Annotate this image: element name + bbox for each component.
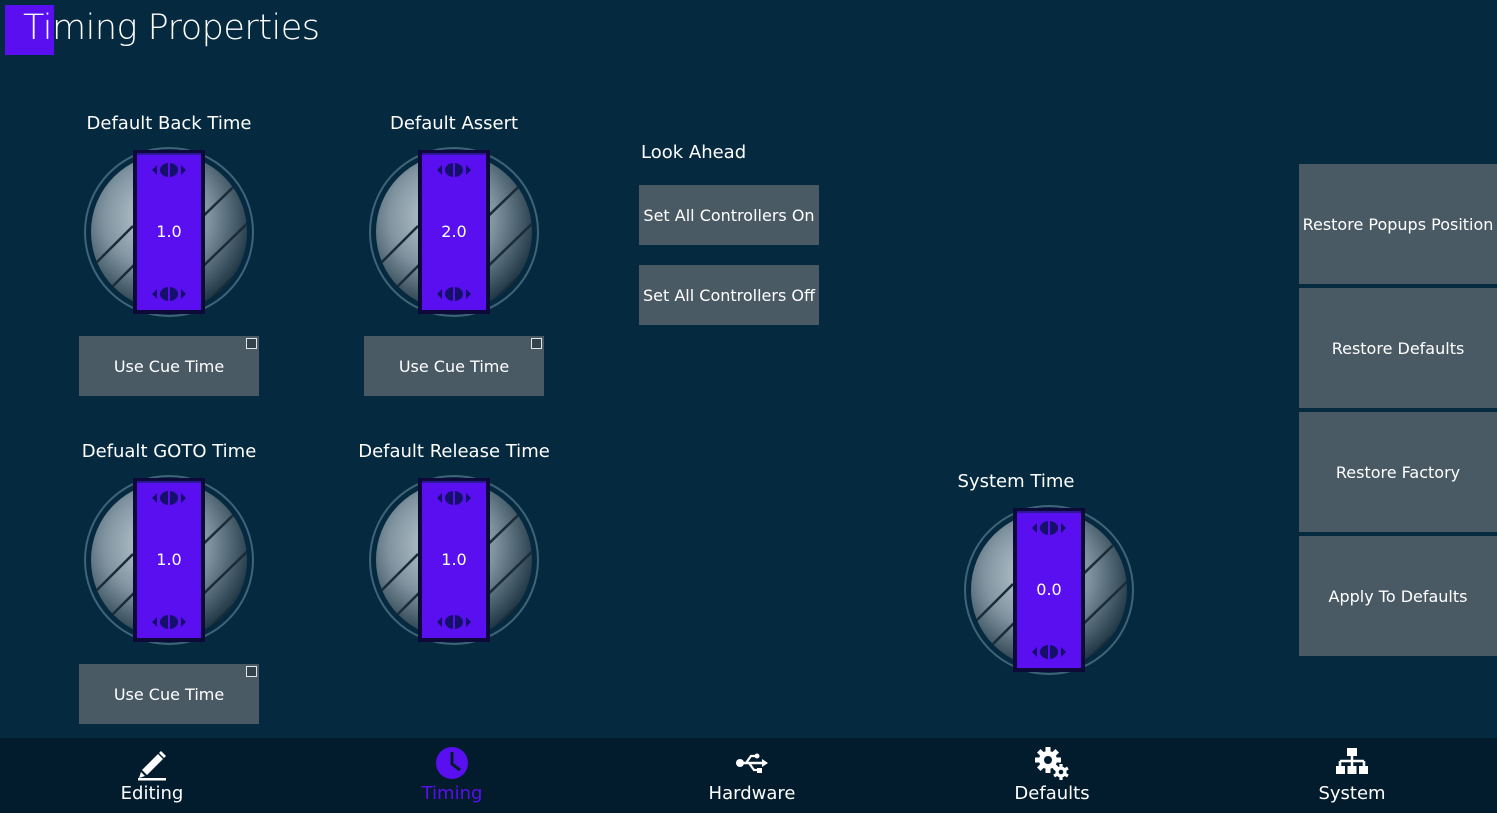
pencil-icon — [138, 751, 166, 781]
restore-popups-position-button[interactable]: Restore Popups Position — [1299, 164, 1497, 284]
use-cue-time-checkbox[interactable] — [531, 338, 542, 349]
release-time-dial[interactable]: 1.0 — [368, 474, 540, 646]
use-cue-time-label: Use Cue Time — [398, 356, 510, 376]
nav-item-timing[interactable]: Timing — [372, 738, 532, 813]
nav-item-system[interactable]: System — [1272, 738, 1432, 813]
page-title: Timing Properties — [23, 8, 320, 48]
clock-icon — [436, 747, 468, 779]
nav-label-defaults: Defaults — [1014, 783, 1090, 804]
back-time-dial[interactable]: 1.0 — [83, 146, 255, 318]
goto-time-use-cue-time-button[interactable]: Use Cue Time — [79, 664, 259, 724]
nav-item-hardware[interactable]: Hardware — [672, 738, 832, 813]
gears-icon — [1035, 747, 1069, 780]
restore-defaults-button[interactable]: Restore Defaults — [1299, 288, 1497, 408]
use-cue-time-checkbox[interactable] — [246, 338, 257, 349]
use-cue-time-label: Use Cue Time — [113, 356, 225, 376]
set-all-controllers-on-button[interactable]: Set All Controllers On — [639, 185, 819, 245]
nav-label-system: System — [1318, 783, 1386, 804]
use-cue-time-label: Use Cue Time — [113, 684, 225, 704]
apply-to-defaults-button[interactable]: Apply To Defaults — [1299, 536, 1497, 656]
nav-item-editing[interactable]: Editing — [72, 738, 232, 813]
assert-dial[interactable]: 2.0 — [368, 146, 540, 318]
restore-factory-button[interactable]: Restore Factory — [1299, 412, 1497, 532]
bottom-nav-bar: Editing Timing Hardware Defaults System — [0, 738, 1497, 813]
assert-use-cue-time-button[interactable]: Use Cue Time — [364, 336, 544, 396]
back-time-use-cue-time-button[interactable]: Use Cue Time — [79, 336, 259, 396]
set-all-controllers-off-button[interactable]: Set All Controllers Off — [639, 265, 819, 325]
usb-icon — [736, 753, 768, 773]
use-cue-time-checkbox[interactable] — [246, 666, 257, 677]
system-time-label: System Time — [957, 471, 1075, 492]
goto-time-label: Defualt GOTO Time — [81, 441, 257, 462]
system-time-dial[interactable]: 0.0 — [963, 504, 1135, 676]
goto-time-dial[interactable]: 1.0 — [83, 474, 255, 646]
nav-label-editing: Editing — [120, 783, 184, 804]
assert-label: Default Assert — [389, 113, 519, 134]
nav-label-timing: Timing — [421, 783, 483, 804]
look-ahead-label: Look Ahead — [641, 142, 747, 163]
release-time-label: Default Release Time — [358, 441, 550, 462]
nav-item-defaults[interactable]: Defaults — [972, 738, 1132, 813]
nav-label-hardware: Hardware — [708, 783, 796, 804]
network-icon — [1336, 748, 1368, 774]
back-time-label: Default Back Time — [86, 113, 252, 134]
